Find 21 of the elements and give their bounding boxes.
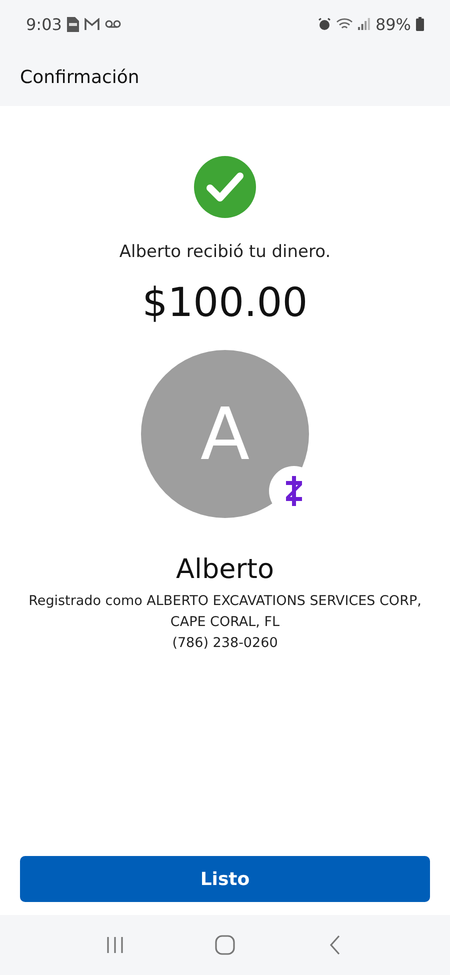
- recipient-detail: (786) 238-0260: [172, 634, 278, 653]
- recipient-name: Alberto: [176, 554, 274, 585]
- home-icon[interactable]: [215, 935, 235, 955]
- document-icon: [66, 16, 79, 32]
- done-button[interactable]: Listo: [20, 856, 430, 902]
- signal-icon: [358, 18, 370, 30]
- wifi-icon: [336, 18, 354, 30]
- alarm-icon: [318, 18, 332, 30]
- recipient-detail: Registrado como ALBERTO EXCAVATIONS SERVICES CORP,: [28, 592, 422, 611]
- recipient-detail: CAPE CORAL, FL: [170, 613, 280, 632]
- amount: $100.00: [142, 280, 308, 326]
- battery-icon: [416, 17, 424, 31]
- mail-icon: [84, 18, 100, 30]
- battery-percent: 89%: [375, 14, 411, 34]
- confirmation-message: Alberto recibió tu dinero.: [119, 242, 331, 262]
- recent-apps-icon[interactable]: [105, 935, 125, 955]
- status-time: 9:03: [26, 14, 62, 34]
- checkmark-icon: [194, 156, 256, 218]
- page-title: Confirmación: [20, 66, 140, 88]
- voicemail-icon: [104, 20, 121, 28]
- avatar: A: [141, 350, 309, 518]
